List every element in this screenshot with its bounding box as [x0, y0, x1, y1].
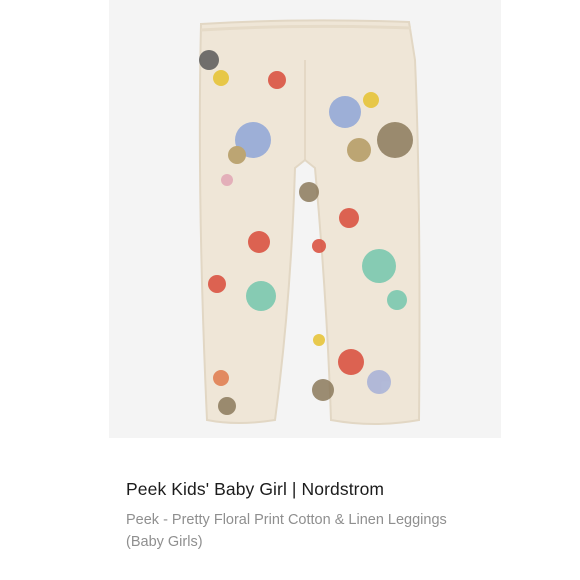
product-title[interactable]: Peek Kids' Baby Girl | Nordstrom: [126, 476, 546, 502]
product-image[interactable]: [109, 0, 501, 438]
product-caption: Peek Kids' Baby Girl | Nordstrom Peek - …: [126, 476, 546, 553]
product-description: Peek - Pretty Floral Print Cotton & Line…: [126, 512, 447, 550]
leggings-illustration: [198, 19, 421, 425]
leggings-shape: [198, 19, 421, 425]
